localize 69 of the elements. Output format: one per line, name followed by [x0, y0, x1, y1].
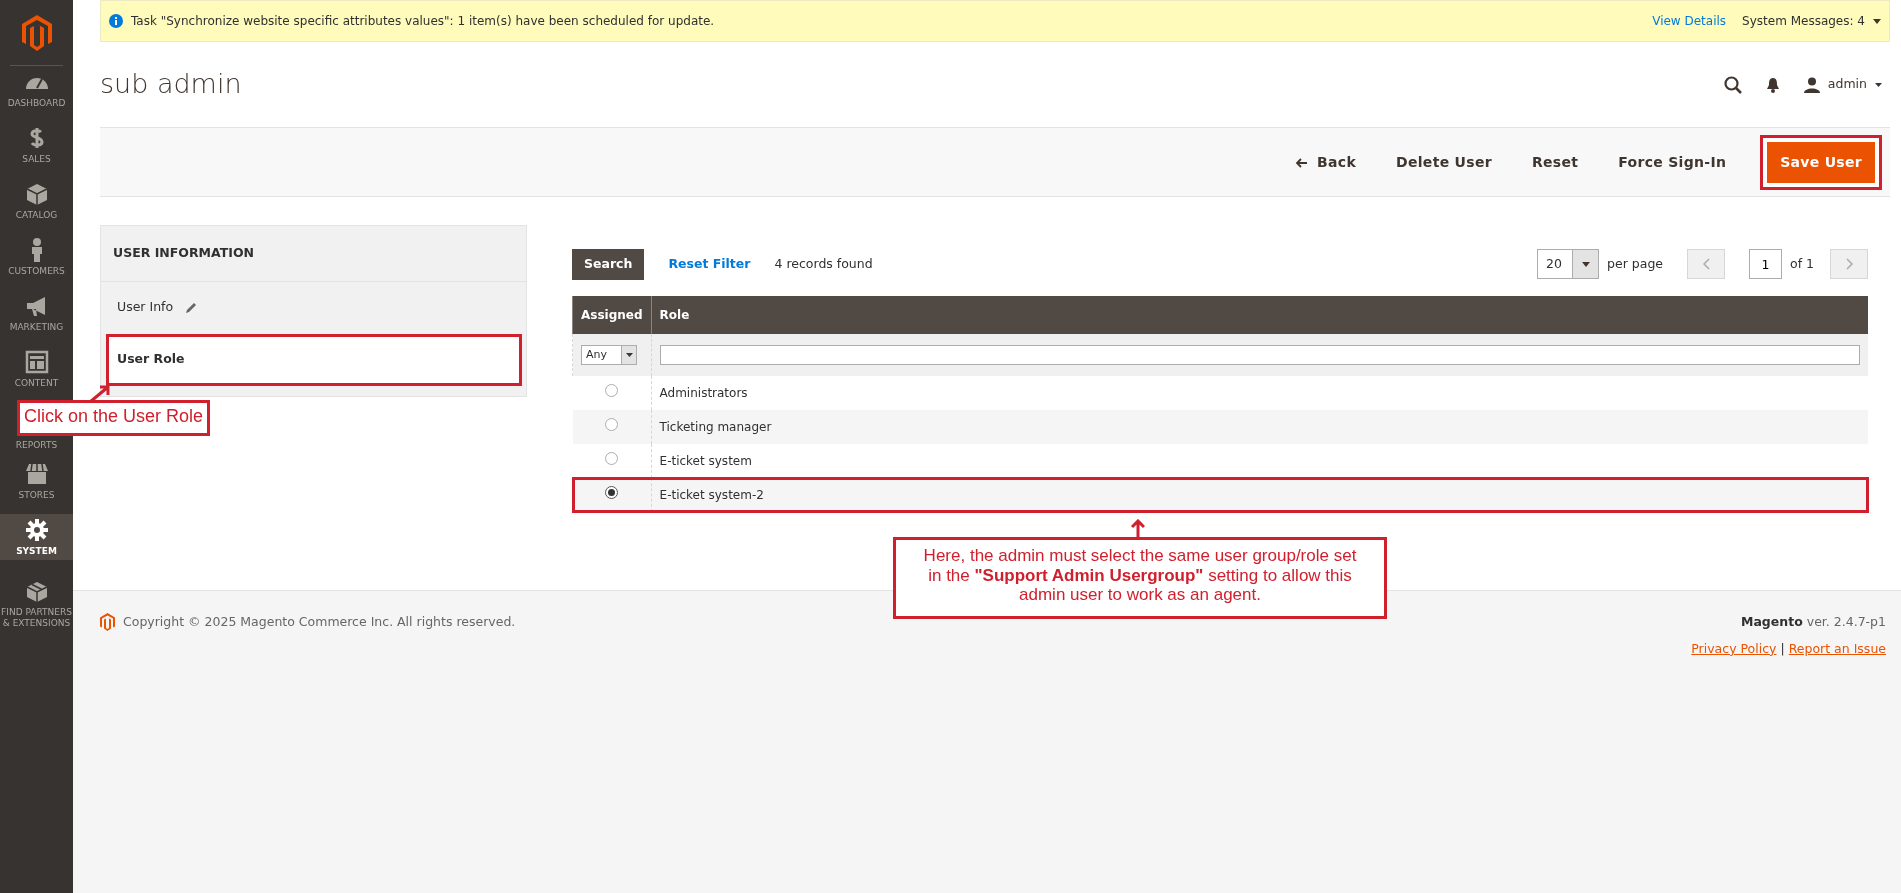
radio-button[interactable]: [605, 451, 618, 465]
gear-icon: [23, 517, 50, 544]
search-icon[interactable]: [1723, 75, 1742, 94]
logo-icon: [100, 613, 115, 631]
record-count: 4 records found: [774, 255, 874, 273]
back-button[interactable]: Back: [1279, 143, 1373, 181]
page-total: of 1: [1790, 255, 1814, 273]
callout-text: Here, the admin must select the same user group/role set in the "Support Admin Usergroup" setting to allow this admin user to work as an agent.: [893, 537, 1387, 619]
column-header: Role: [651, 295, 1868, 334]
arrow-icon: [88, 384, 112, 404]
column-header: Assigned: [572, 295, 652, 334]
view-details-link[interactable]: View Details: [1652, 12, 1727, 30]
table-cell: E-ticket system-2: [651, 477, 1868, 512]
bell-icon[interactable]: [1765, 76, 1780, 93]
radio-button[interactable]: [605, 417, 618, 431]
caret-icon: [1875, 82, 1882, 87]
info-icon: [109, 14, 123, 28]
sidebar-item[interactable]: REPORTS: [0, 437, 73, 450]
brand-name: Magento: [1741, 613, 1803, 631]
toolbar-button[interactable]: Force Sign-In: [1602, 143, 1743, 181]
sidebar-item[interactable]: MARKETING: [0, 290, 73, 336]
user-menu[interactable]: admin: [1803, 75, 1882, 94]
sidebar-item[interactable]: SALES: [0, 122, 73, 168]
role-filter-field[interactable]: [659, 344, 1860, 365]
chevron-left-icon: [1702, 258, 1710, 271]
table-cell: Ticketing manager: [651, 409, 1868, 444]
footer-link[interactable]: Report an Issue: [1788, 639, 1886, 659]
sidebar-item[interactable]: DASHBOARD: [0, 66, 73, 112]
caret-icon[interactable]: [1873, 18, 1881, 24]
sidebar-item[interactable]: FIND PARTNERS & EXTENSIONS: [0, 570, 73, 636]
sidebar-item[interactable]: SYSTEM: [0, 514, 73, 560]
previous-page-button[interactable]: [1687, 249, 1725, 280]
logo-icon: [21, 14, 52, 51]
callout-text: Click on the User Role: [17, 400, 211, 436]
layout-icon: [23, 349, 50, 376]
per-page-label: per page: [1607, 255, 1663, 273]
per-page-select[interactable]: 20: [1537, 249, 1600, 280]
arrow-left-icon: [1295, 157, 1308, 168]
sidebar-item[interactable]: CATALOG: [0, 178, 73, 224]
footer-link[interactable]: Privacy Policy: [1691, 639, 1777, 659]
user-icon: [1803, 76, 1820, 93]
page-title: sub admin: [100, 68, 243, 101]
panel-title: USER INFORMATION: [101, 226, 526, 282]
toolbar-button[interactable]: Reset: [1515, 143, 1595, 181]
toolbar-button[interactable]: Delete User: [1380, 143, 1508, 181]
caret-icon: [1581, 261, 1590, 267]
next-page-button[interactable]: [1830, 249, 1868, 280]
search-button[interactable]: Search: [572, 249, 645, 280]
caret-icon: [625, 352, 633, 357]
notice-text: Task "Synchronize website specific attributes values": 1 item(s) have been scheduled for update.: [131, 13, 716, 30]
panel-tab[interactable]: User Role: [106, 333, 522, 386]
radio-button[interactable]: [605, 383, 618, 397]
link-separator: |: [1780, 639, 1785, 658]
page-input[interactable]: 1: [1749, 249, 1782, 280]
sidebar-item[interactable]: STORES: [0, 458, 73, 504]
system-messages[interactable]: System Messages: 4: [1742, 12, 1865, 30]
panel-tab[interactable]: User Info: [101, 281, 526, 334]
arrow-icon: [1131, 519, 1145, 538]
sidebar-item[interactable]: CUSTOMERS: [0, 234, 73, 280]
assigned-filter-select[interactable]: Any: [581, 344, 637, 365]
radio-button[interactable]: [605, 485, 618, 499]
reset-filter-link[interactable]: Reset Filter: [668, 255, 751, 274]
table-cell: Administrators: [651, 375, 1868, 410]
table-cell: E-ticket system: [651, 443, 1868, 478]
sidebar-item[interactable]: CONTENT: [0, 346, 73, 392]
version-text: ver. 2.4.7-p1: [1806, 613, 1886, 631]
save-button[interactable]: Save User: [1760, 134, 1882, 190]
chevron-right-icon: [1845, 258, 1853, 271]
copyright-text: Copyright © 2025 Magento Commerce Inc. All rights reserved.: [123, 613, 516, 631]
